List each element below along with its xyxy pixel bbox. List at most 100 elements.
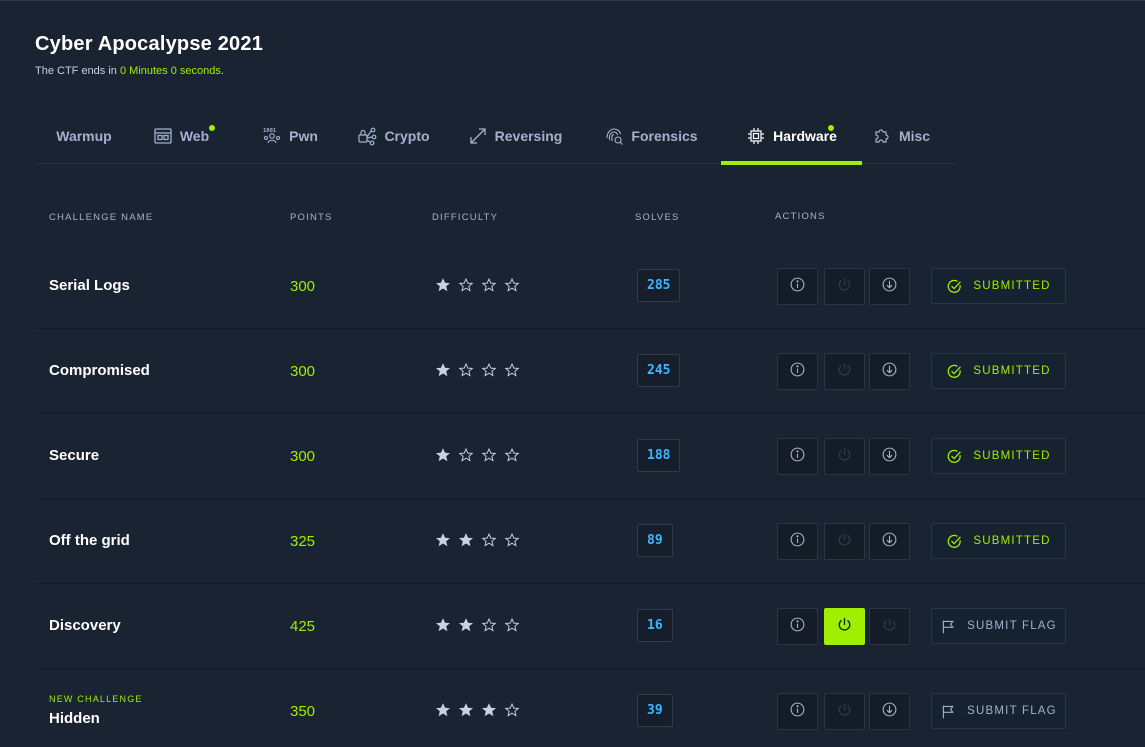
tab-pwn[interactable]: 1001 Pwn bbox=[240, 107, 340, 164]
star-filled-icon bbox=[435, 617, 451, 638]
submitted-status-button[interactable]: SUBMITTED bbox=[931, 268, 1066, 304]
download-button[interactable] bbox=[869, 693, 910, 730]
star-filled-icon bbox=[435, 532, 451, 553]
info-button[interactable] bbox=[777, 523, 818, 560]
table-row: Serial Logs 300 285 SUBMITTED bbox=[35, 244, 1145, 329]
check-circle-icon bbox=[946, 363, 963, 380]
download-button[interactable] bbox=[869, 268, 910, 305]
browser-window-icon bbox=[153, 126, 173, 146]
challenge-points: 300 bbox=[290, 363, 316, 380]
download-button[interactable] bbox=[869, 523, 910, 560]
download-icon bbox=[881, 361, 898, 383]
fingerprint-search-icon bbox=[604, 126, 624, 146]
challenge-points: 300 bbox=[290, 278, 316, 295]
solves-count: 89 bbox=[637, 524, 673, 557]
info-button[interactable] bbox=[777, 353, 818, 390]
table-row: Compromised 300 245 SUBMITTED bbox=[35, 329, 1145, 414]
solves-count: 285 bbox=[637, 269, 681, 302]
star-filled-icon bbox=[458, 532, 474, 553]
star-outline-icon bbox=[504, 617, 520, 638]
info-icon bbox=[789, 276, 806, 298]
power-icon bbox=[836, 701, 853, 723]
info-button[interactable] bbox=[777, 693, 818, 730]
info-button[interactable] bbox=[777, 608, 818, 645]
status-label: SUBMITTED bbox=[973, 365, 1051, 377]
star-outline-icon bbox=[504, 277, 520, 298]
spawn-instance-button[interactable] bbox=[824, 608, 865, 645]
star-filled-icon bbox=[481, 702, 497, 723]
solves-count: 188 bbox=[637, 439, 681, 472]
challenge-name: Compromised bbox=[49, 362, 150, 379]
tab-label: Crypto bbox=[384, 127, 430, 144]
download-button[interactable] bbox=[869, 438, 910, 475]
star-outline-icon bbox=[481, 447, 497, 468]
binary-user-icon: 1001 bbox=[262, 126, 282, 146]
power-icon bbox=[836, 361, 853, 383]
tab-label: Reversing bbox=[494, 127, 563, 144]
star-filled-icon bbox=[435, 277, 451, 298]
difficulty-stars bbox=[435, 447, 520, 468]
star-outline-icon bbox=[504, 532, 520, 553]
tab-label: Forensics bbox=[631, 127, 698, 144]
tab-warmup[interactable]: Warmup bbox=[35, 107, 133, 164]
star-filled-icon bbox=[435, 447, 451, 468]
submit-flag-button[interactable]: SUBMIT FLAG bbox=[931, 608, 1066, 644]
submitted-status-button[interactable]: SUBMITTED bbox=[931, 438, 1066, 474]
difficulty-stars bbox=[435, 617, 520, 638]
challenge-points: 300 bbox=[290, 448, 316, 465]
star-filled-icon bbox=[458, 617, 474, 638]
tab-web[interactable]: Web bbox=[133, 107, 229, 164]
spawn-instance-button[interactable] bbox=[824, 438, 865, 475]
star-outline-icon bbox=[481, 362, 497, 383]
top-border bbox=[0, 0, 1145, 1]
star-filled-icon bbox=[435, 362, 451, 383]
submit-flag-button[interactable]: SUBMIT FLAG bbox=[931, 693, 1066, 729]
spawn-instance-button[interactable] bbox=[824, 523, 865, 560]
tab-crypto[interactable]: Crypto bbox=[340, 107, 447, 164]
tab-forensics[interactable]: Forensics bbox=[590, 107, 712, 164]
challenge-name: Discovery bbox=[49, 617, 121, 634]
check-circle-icon bbox=[946, 278, 963, 295]
challenge-name: Serial Logs bbox=[49, 277, 130, 294]
column-header-solves: SOLVES bbox=[635, 212, 680, 223]
column-header-difficulty: DIFFICULTY bbox=[432, 212, 499, 223]
info-button[interactable] bbox=[777, 268, 818, 305]
difficulty-stars bbox=[435, 702, 520, 723]
info-icon bbox=[789, 531, 806, 553]
download-button[interactable] bbox=[869, 608, 910, 645]
submitted-status-button[interactable]: SUBMITTED bbox=[931, 523, 1066, 559]
table-row: NEW CHALLENGE Hidden 350 39 SUBMIT FLAG bbox=[35, 669, 1145, 747]
status-label: SUBMITTED bbox=[973, 450, 1051, 462]
category-tabs: Warmup Web 1001 Pwn Crypto Reversing For… bbox=[35, 107, 957, 165]
power-icon bbox=[836, 531, 853, 553]
spawn-instance-button[interactable] bbox=[824, 268, 865, 305]
spawn-instance-button[interactable] bbox=[824, 693, 865, 730]
svg-text:1001: 1001 bbox=[263, 128, 277, 134]
spawn-instance-button[interactable] bbox=[824, 353, 865, 390]
star-outline-icon bbox=[504, 702, 520, 723]
status-label: SUBMIT FLAG bbox=[967, 705, 1057, 717]
tab-misc[interactable]: Misc bbox=[867, 107, 935, 164]
star-filled-icon bbox=[458, 702, 474, 723]
download-icon bbox=[881, 276, 898, 298]
star-outline-icon bbox=[481, 532, 497, 553]
solves-count: 245 bbox=[637, 354, 681, 387]
info-icon bbox=[789, 361, 806, 383]
tab-reversing[interactable]: Reversing bbox=[455, 107, 575, 164]
info-icon bbox=[789, 446, 806, 468]
download-icon bbox=[881, 701, 898, 723]
info-button[interactable] bbox=[777, 438, 818, 475]
tab-label: Hardware bbox=[773, 127, 837, 144]
tab-label: Web bbox=[179, 127, 210, 144]
power-icon bbox=[836, 616, 853, 638]
download-button[interactable] bbox=[869, 353, 910, 390]
star-filled-icon bbox=[435, 702, 451, 723]
star-outline-icon bbox=[458, 447, 474, 468]
table-row: Off the grid 325 89 SUBMITTED bbox=[35, 499, 1145, 584]
challenge-points: 425 bbox=[290, 618, 316, 635]
status-label: SUBMITTED bbox=[973, 535, 1051, 547]
tab-hardware[interactable]: Hardware bbox=[721, 107, 862, 165]
submitted-status-button[interactable]: SUBMITTED bbox=[931, 353, 1066, 389]
countdown-time: 0 Minutes 0 seconds bbox=[119, 65, 221, 77]
power-icon bbox=[881, 616, 898, 638]
